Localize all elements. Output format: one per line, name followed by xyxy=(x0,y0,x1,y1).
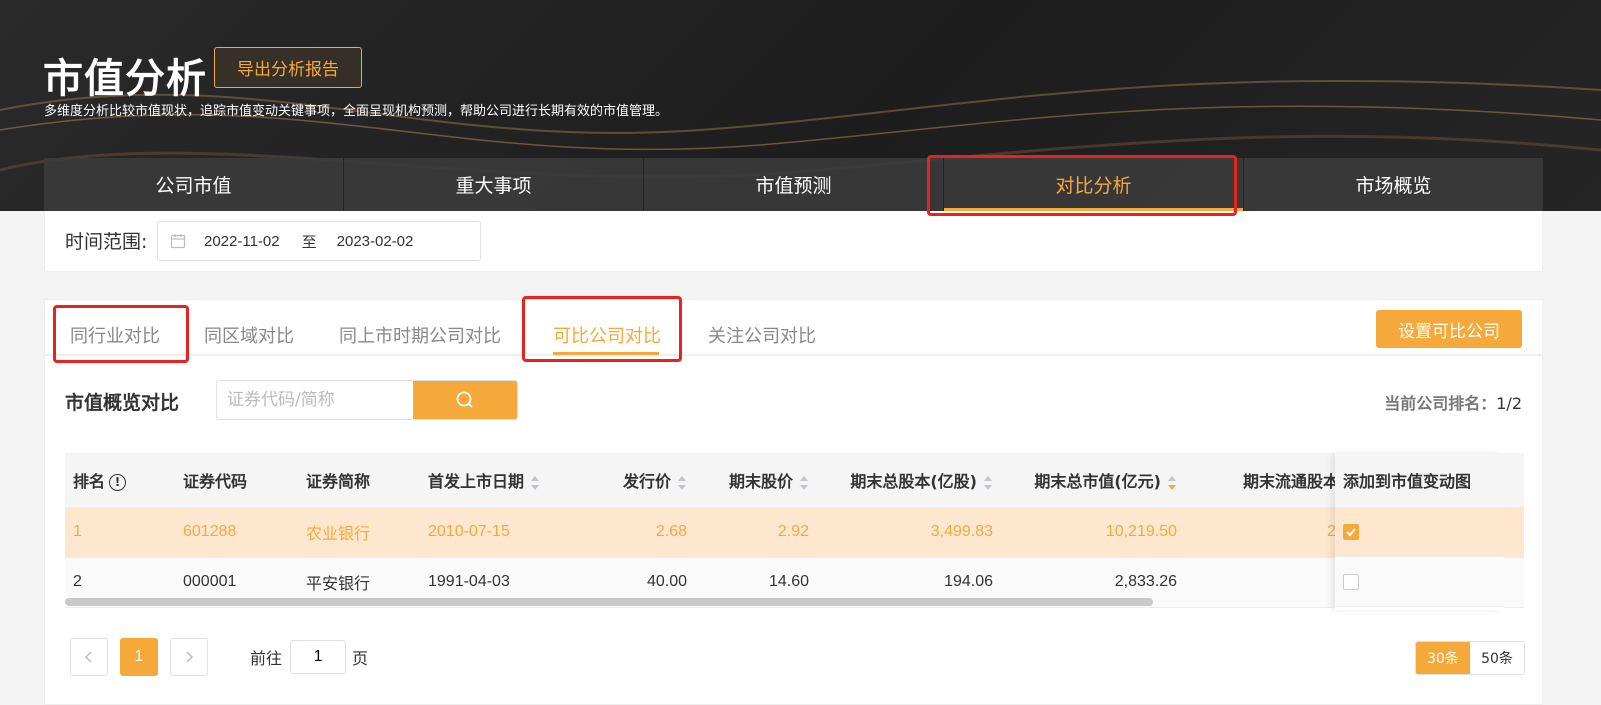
col-header-ipo-date[interactable]: 首发上市日期 xyxy=(420,453,590,507)
nav-tab-market-overview[interactable]: 市场概览 xyxy=(1244,158,1543,211)
active-subtab-indicator xyxy=(553,352,659,355)
cell-issue-price: 2.68 xyxy=(590,507,695,558)
cell-ipo-date: 2010-07-15 xyxy=(420,507,590,558)
add-to-chart-column: 添加到市值变动图 xyxy=(1335,453,1504,610)
table-row[interactable]: 1 601288 农业银行 2010-07-15 2.68 2.92 3,499… xyxy=(65,507,1524,558)
page-number-current[interactable]: 1 xyxy=(120,638,158,676)
comparison-subtabs: 同行业对比 同区域对比 同上市时期公司对比 可比公司对比 关注公司对比 设置可比… xyxy=(45,300,1544,356)
comparison-card: 同行业对比 同区域对比 同上市时期公司对比 可比公司对比 关注公司对比 设置可比… xyxy=(44,299,1544,705)
table-header-row: 排名! 证券代码 证券简称 首发上市日期 发行价 期末股价 期末总股本(亿股) … xyxy=(65,453,1524,507)
prev-page-button[interactable] xyxy=(70,638,108,676)
page-title: 市值分析 xyxy=(43,56,207,102)
page-size-50[interactable]: 50条 xyxy=(1470,642,1524,674)
add-chart-checkbox[interactable] xyxy=(1343,573,1359,590)
pagination: 1 前往 页 xyxy=(70,638,368,676)
time-filter-card: 时间范围: 2022-11-02 至 2023-02-02 xyxy=(44,211,1543,272)
subtab-same-region[interactable]: 同区域对比 xyxy=(204,322,294,348)
cell-end-price: 2.92 xyxy=(695,507,817,558)
goto-label: 前往 xyxy=(250,649,283,668)
col-header-end-price[interactable]: 期末股价 xyxy=(695,453,817,507)
start-date-value[interactable]: 2022-11-02 xyxy=(204,233,280,250)
sort-icon[interactable] xyxy=(677,475,687,491)
col-header-rank: 排名! xyxy=(65,453,175,507)
comparison-table: 排名! 证券代码 证券简称 首发上市日期 发行价 期末股价 期末总股本(亿股) … xyxy=(65,453,1524,610)
page-size-30[interactable]: 30条 xyxy=(1416,642,1470,674)
info-icon[interactable]: ! xyxy=(109,474,127,491)
cell-name: 农业银行 xyxy=(298,507,420,558)
sort-icon[interactable] xyxy=(983,475,993,491)
set-comparable-button[interactable]: 设置可比公司 xyxy=(1376,310,1522,348)
add-chart-checkbox-checked[interactable] xyxy=(1343,523,1359,540)
check-icon xyxy=(1346,527,1356,536)
sort-desc-active-icon[interactable] xyxy=(1167,475,1177,491)
date-range-picker[interactable]: 2022-11-02 至 2023-02-02 xyxy=(157,221,481,261)
col-header-add-chart: 添加到市值变动图 xyxy=(1335,453,1504,507)
subtab-same-industry[interactable]: 同行业对比 xyxy=(70,322,160,348)
export-report-button[interactable]: 导出分析报告 xyxy=(214,47,362,88)
col-header-code: 证券代码 xyxy=(175,453,298,507)
search-button[interactable] xyxy=(413,381,517,419)
end-date-value[interactable]: 2023-02-02 xyxy=(337,233,414,250)
calendar-icon xyxy=(170,234,186,249)
add-chart-cell xyxy=(1335,507,1504,557)
section-title: 市值概览对比 xyxy=(65,392,180,414)
subtab-followed-companies[interactable]: 关注公司对比 xyxy=(708,322,816,348)
col-header-name: 证券简称 xyxy=(298,453,420,507)
goto-suffix: 页 xyxy=(352,649,369,668)
table-horizontal-scrollbar[interactable] xyxy=(65,598,1524,606)
page-size-selector: 30条 50条 xyxy=(1415,641,1525,675)
date-separator: 至 xyxy=(301,232,317,251)
chevron-left-icon xyxy=(84,651,92,663)
subtab-comparable-companies[interactable]: 可比公司对比 xyxy=(553,322,661,348)
main-nav: 公司市值 重大事项 市值预测 对比分析 市场概览 xyxy=(44,158,1543,211)
current-rank: 当前公司排名：1/2 xyxy=(1384,390,1522,414)
header-banner: 市值分析 导出分析报告 多维度分析比较市值现状，追踪市值变动关键事项，全面呈现机… xyxy=(0,0,1601,211)
page-subtitle: 多维度分析比较市值现状，追踪市值变动关键事项，全面呈现机构预测，帮助公司进行长期… xyxy=(44,104,669,119)
time-range-label: 时间范围: xyxy=(65,231,148,253)
nav-tab-company-mcap[interactable]: 公司市值 xyxy=(44,158,344,211)
subtab-same-ipo-period[interactable]: 同上市时期公司对比 xyxy=(339,322,501,348)
scrollbar-thumb[interactable] xyxy=(65,598,1153,606)
cell-code: 601288 xyxy=(175,507,298,558)
cell-total-shares: 3,499.83 xyxy=(817,507,1001,558)
rank-label: 当前公司排名： xyxy=(1384,394,1497,413)
col-header-total-shares[interactable]: 期末总股本(亿股) xyxy=(817,453,1001,507)
goto-page-input[interactable] xyxy=(290,640,347,674)
sort-icon[interactable] xyxy=(530,475,540,491)
search-icon xyxy=(456,391,473,408)
rank-value: 1/2 xyxy=(1496,394,1522,413)
search-input[interactable] xyxy=(217,381,413,419)
nav-tab-comparison[interactable]: 对比分析 xyxy=(944,158,1244,211)
nav-tab-mcap-forecast[interactable]: 市值预测 xyxy=(644,158,944,211)
sort-icon[interactable] xyxy=(799,475,809,491)
security-search xyxy=(216,380,518,420)
chevron-right-icon xyxy=(186,651,194,663)
cell-rank: 1 xyxy=(65,507,175,558)
col-header-total-mcap[interactable]: 期末总市值(亿元) xyxy=(1001,453,1185,507)
next-page-button[interactable] xyxy=(170,638,208,676)
nav-tab-major-events[interactable]: 重大事项 xyxy=(344,158,644,211)
cell-total-mcap: 10,219.50 xyxy=(1001,507,1185,558)
col-header-issue-price[interactable]: 发行价 xyxy=(590,453,695,507)
